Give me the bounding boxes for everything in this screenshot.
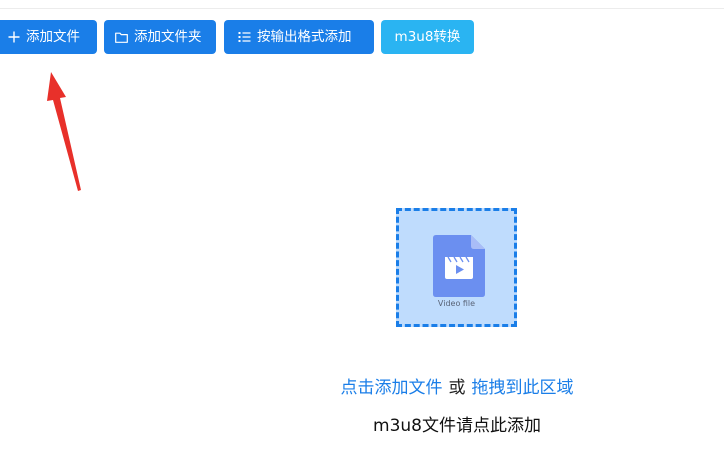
- drop-area[interactable]: Video file: [396, 208, 517, 327]
- m3u8-convert-button[interactable]: m3u8转换: [381, 20, 474, 54]
- m3u8-convert-label: m3u8转换: [394, 29, 461, 45]
- add-file-button[interactable]: 添加文件: [0, 20, 97, 54]
- add-by-format-button[interactable]: 按输出格式添加: [224, 20, 374, 54]
- file-caption: Video file: [437, 299, 476, 308]
- video-file-icon: [433, 235, 485, 297]
- add-folder-label: 添加文件夹: [134, 29, 202, 45]
- or-text: 或: [448, 378, 466, 398]
- list-icon: [238, 31, 251, 43]
- click-to-add-link[interactable]: 点击添加文件: [341, 378, 443, 398]
- drag-here-link[interactable]: 拖拽到此区域: [472, 378, 574, 398]
- annotation-arrow: [47, 72, 81, 191]
- folder-icon: [115, 32, 128, 43]
- add-file-label: 添加文件: [26, 29, 80, 45]
- m3u8-add-hint[interactable]: m3u8文件请点此添加: [0, 411, 724, 436]
- drop-hint: 点击添加文件或拖拽到此区域: [0, 373, 724, 398]
- plus-icon: [8, 31, 20, 43]
- add-by-format-label: 按输出格式添加: [257, 29, 352, 45]
- top-divider: [0, 8, 724, 9]
- add-folder-button[interactable]: 添加文件夹: [104, 20, 216, 54]
